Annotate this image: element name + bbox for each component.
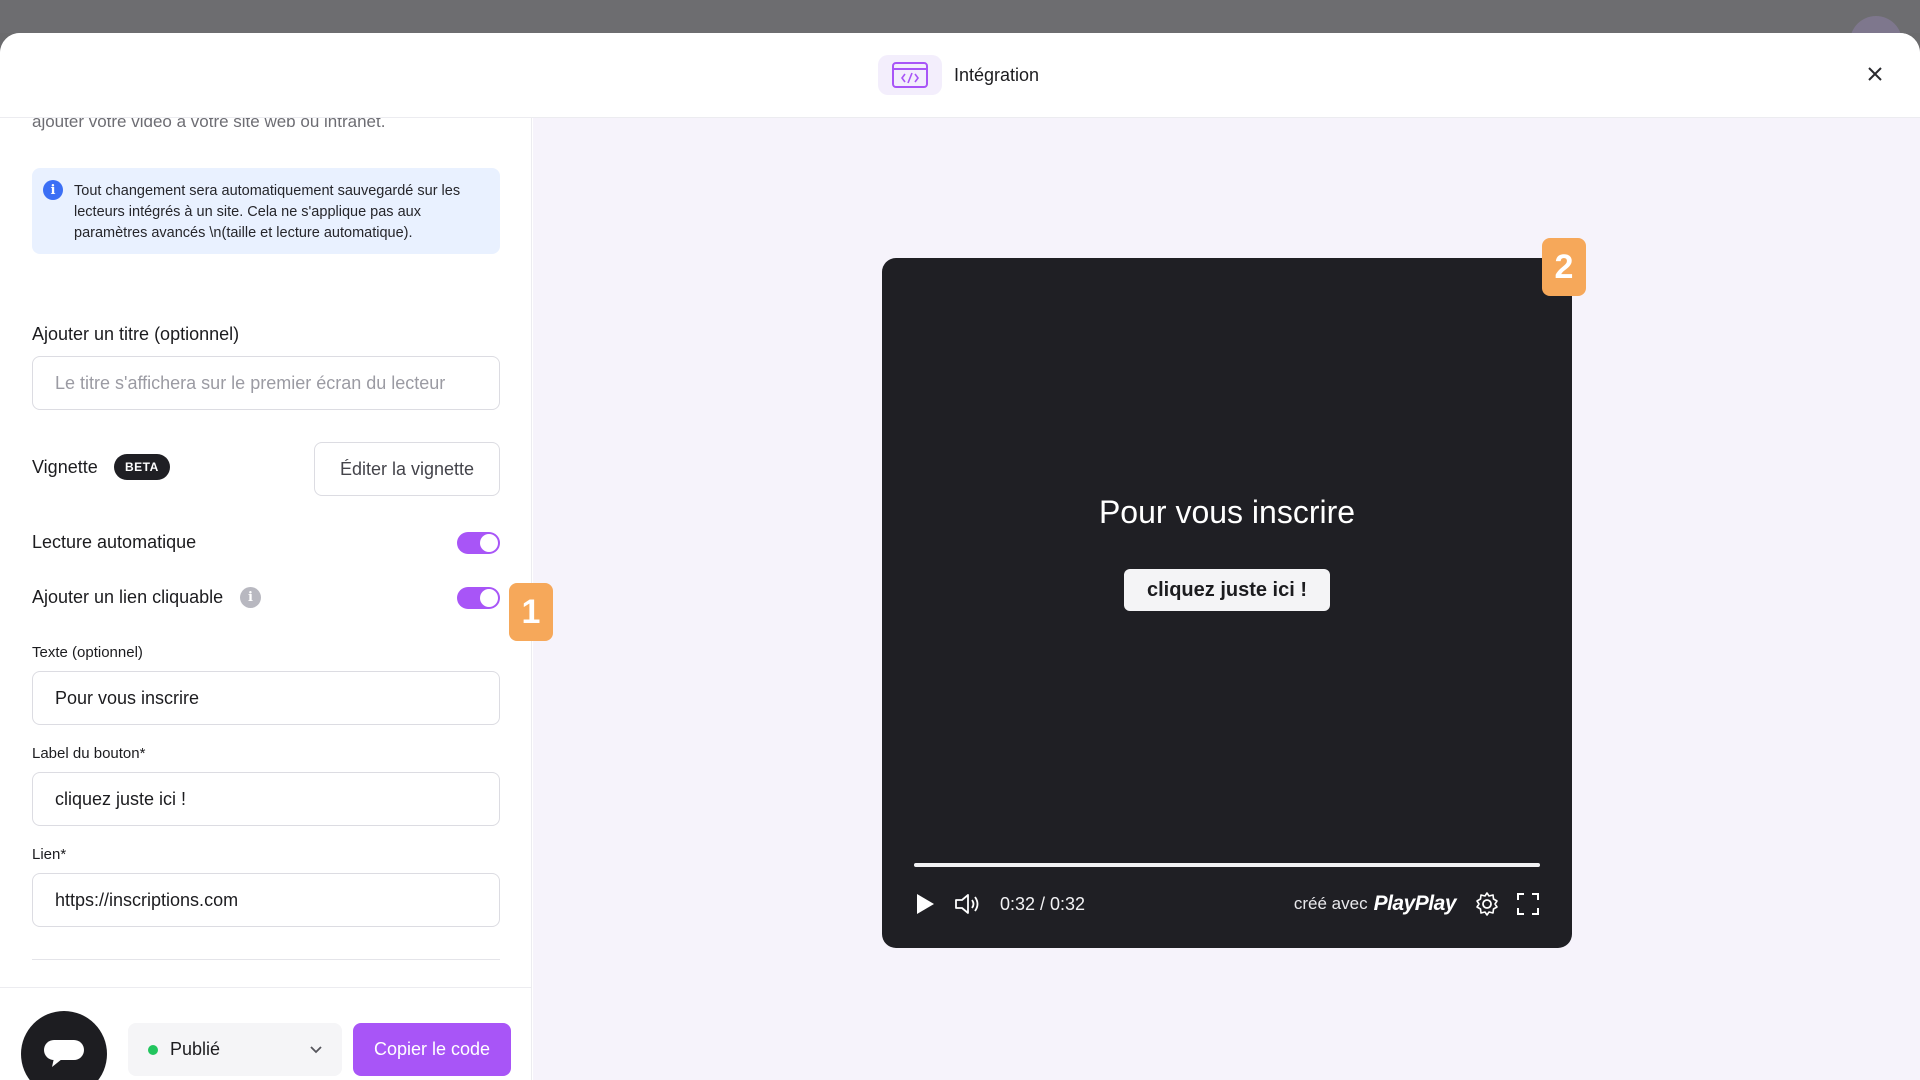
- clickable-link-toggle[interactable]: [457, 587, 500, 609]
- help-icon[interactable]: i: [240, 587, 261, 608]
- beta-badge: BETA: [114, 454, 170, 480]
- settings-panel: ajouter votre vidéo à votre site web ou …: [0, 118, 532, 1080]
- progress-bar[interactable]: [914, 863, 1540, 867]
- player-cta-button[interactable]: cliquez juste ici !: [1124, 569, 1330, 611]
- player-controls: 0:32 / 0:32 créé avec PlayPlay: [914, 886, 1540, 922]
- background-app-bar: [0, 0, 1920, 33]
- overlay-text-input[interactable]: [32, 671, 500, 725]
- made-with-text: créé avec: [1293, 894, 1368, 913]
- info-banner: i Tout changement sera automatiquement s…: [32, 168, 500, 254]
- text-field-label: Texte (optionnel): [32, 644, 143, 661]
- settings-gear-icon[interactable]: [1474, 891, 1500, 917]
- autoplay-label: Lecture automatique: [32, 532, 197, 552]
- modal-title: Intégration: [954, 64, 1040, 85]
- intro-text: ajouter votre vidéo à votre site web ou …: [32, 118, 386, 131]
- close-icon[interactable]: [1860, 59, 1890, 89]
- play-icon[interactable]: [914, 892, 936, 916]
- player-overlay-text: Pour vous inscrire: [1098, 494, 1356, 530]
- button-label-input[interactable]: [32, 772, 500, 826]
- video-player[interactable]: Pour vous inscrire cliquez juste ici ! 0…: [882, 258, 1572, 948]
- fullscreen-icon[interactable]: [1516, 892, 1540, 916]
- modal-title-group: Intégration: [878, 55, 1039, 95]
- modal-header: Intégration: [0, 33, 1920, 118]
- progress-fill: [914, 863, 1540, 867]
- clickable-link-label: Ajouter un lien cliquable: [32, 587, 224, 607]
- link-url-input[interactable]: [32, 873, 500, 927]
- edit-thumbnail-button[interactable]: Éditer la vignette: [314, 442, 500, 496]
- publish-status-select[interactable]: Publié: [128, 1023, 342, 1076]
- callout-badge-2: 2: [1542, 238, 1586, 296]
- copy-code-button[interactable]: Copier le code: [353, 1023, 511, 1076]
- volume-icon[interactable]: [954, 892, 984, 916]
- title-input[interactable]: [32, 356, 500, 410]
- thumbnail-label: Vignette: [32, 457, 98, 477]
- info-text: Tout changement sera automatiquement sau…: [74, 183, 461, 241]
- title-field-label: Ajouter un titre (optionnel): [32, 324, 240, 344]
- info-icon: i: [43, 180, 63, 200]
- status-value: Publié: [170, 1039, 221, 1059]
- status-dot-icon: [148, 1044, 158, 1055]
- preview-panel: Pour vous inscrire cliquez juste ici ! 0…: [533, 118, 1920, 1080]
- embed-code-icon: [878, 55, 942, 95]
- integration-modal: Intégration ajouter votre vidéo à votre …: [0, 33, 1920, 1080]
- callout-badge-1: 1: [509, 583, 553, 641]
- chevron-down-icon: [308, 1041, 324, 1062]
- section-divider: [32, 959, 500, 960]
- time-readout: 0:32 / 0:32: [1000, 893, 1086, 914]
- button-label-field-label: Label du bouton*: [32, 745, 146, 762]
- playplay-logo[interactable]: PlayPlay: [1374, 892, 1457, 916]
- link-field-label: Lien*: [32, 846, 67, 863]
- autoplay-toggle[interactable]: [457, 532, 500, 554]
